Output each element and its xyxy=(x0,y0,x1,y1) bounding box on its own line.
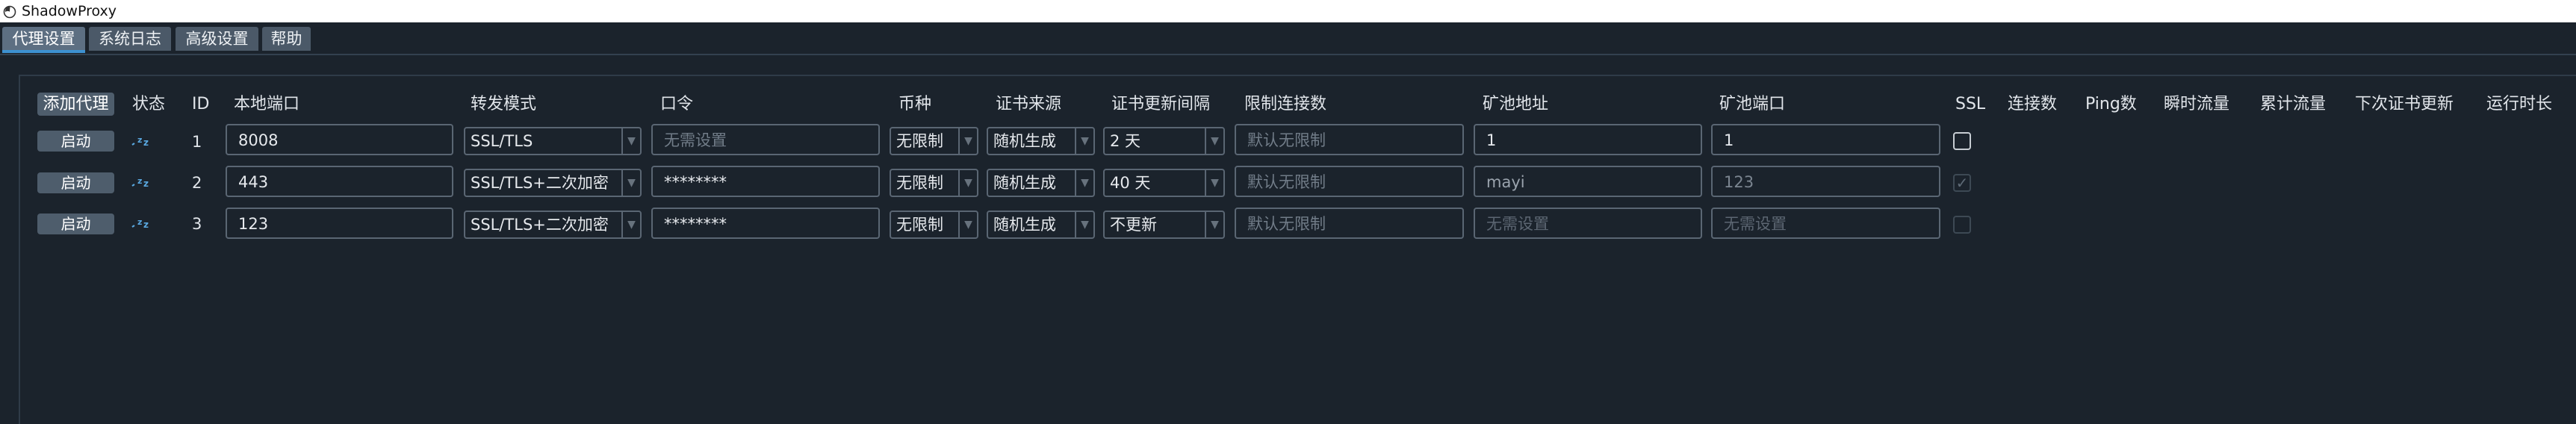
header-forward-mode: 转发模式 xyxy=(471,95,537,113)
cert-source-select[interactable]: 随机生成 ▼ xyxy=(987,211,1095,239)
svg-text:z: z xyxy=(137,176,142,186)
coin-value: 无限制 xyxy=(896,132,943,150)
password-field[interactable]: ******** xyxy=(651,208,880,239)
password-field[interactable]: ******** xyxy=(651,166,880,197)
header-pool-address: 矿池地址 xyxy=(1483,95,1549,113)
local-port-field[interactable]: 123 xyxy=(226,208,453,239)
pool-address-field[interactable]: 无需设置 xyxy=(1474,208,1702,239)
header-id: ID xyxy=(192,95,210,113)
row-id: 3 xyxy=(192,215,202,233)
start-button[interactable]: 启动 xyxy=(37,213,114,234)
header-pool-port: 矿池端口 xyxy=(1719,95,1786,113)
title-bar: ShadowProxy xyxy=(0,0,2576,22)
idle-zz-icon: z z xyxy=(131,133,153,151)
cert-interval-value: 2 天 xyxy=(1110,132,1141,150)
app-logo-icon xyxy=(2,3,19,19)
header-local-port: 本地端口 xyxy=(234,95,300,113)
header-instant-traffic: 瞬时流量 xyxy=(2164,95,2230,113)
tab-divider xyxy=(0,54,2576,55)
header-total-traffic: 累计流量 xyxy=(2260,95,2327,113)
tab-bar: 代理设置 系统日志 高级设置 帮助 xyxy=(0,22,2576,55)
header-coin: 币种 xyxy=(899,95,932,113)
tab-help[interactable]: 帮助 xyxy=(262,27,311,51)
conn-limit-field[interactable]: 默认无限制 xyxy=(1235,208,1464,239)
chevron-down-icon[interactable]: ▼ xyxy=(958,170,977,196)
tab-proxy-settings[interactable]: 代理设置 xyxy=(2,27,85,53)
idle-zz-icon: z z xyxy=(131,215,153,233)
add-proxy-button[interactable]: 添加代理 xyxy=(37,93,114,116)
local-port-field[interactable]: 8008 xyxy=(226,124,453,155)
start-button[interactable]: 启动 xyxy=(37,131,114,152)
local-port-field[interactable]: 443 xyxy=(226,166,453,197)
coin-value: 无限制 xyxy=(896,216,943,234)
tab-advanced-settings[interactable]: 高级设置 xyxy=(176,27,258,51)
header-connections: 连接数 xyxy=(2008,95,2058,113)
header-conn-limit: 限制连接数 xyxy=(1244,95,1327,113)
pool-address-field[interactable]: mayi xyxy=(1474,166,1702,197)
cert-source-value: 随机生成 xyxy=(993,132,1056,150)
window-title: ShadowProxy xyxy=(22,3,117,19)
cert-interval-select[interactable]: 2 天 ▼ xyxy=(1103,127,1225,155)
forward-mode-value: SSL/TLS+二次加密 xyxy=(471,174,609,192)
chevron-down-icon[interactable]: ▼ xyxy=(1075,212,1093,237)
cert-interval-value: 不更新 xyxy=(1110,216,1157,234)
forward-mode-select[interactable]: SSL/TLS+二次加密 ▼ xyxy=(464,211,642,239)
coin-select[interactable]: 无限制 ▼ xyxy=(890,127,978,155)
header-next-cert-update: 下次证书更新 xyxy=(2355,95,2454,113)
cert-source-select[interactable]: 随机生成 ▼ xyxy=(987,127,1095,155)
header-uptime: 运行时长 xyxy=(2486,95,2553,113)
coin-select[interactable]: 无限制 ▼ xyxy=(890,169,978,197)
header-cert-interval: 证书更新间隔 xyxy=(1111,95,1211,113)
conn-limit-field[interactable]: 默认无限制 xyxy=(1235,124,1464,155)
password-field[interactable]: 无需设置 xyxy=(651,124,880,155)
idle-zz-icon: z z xyxy=(131,174,153,192)
forward-mode-value: SSL/TLS xyxy=(471,132,533,150)
row-id: 2 xyxy=(192,174,202,192)
cert-source-value: 随机生成 xyxy=(993,216,1056,234)
conn-limit-field[interactable]: 默认无限制 xyxy=(1235,166,1464,197)
chevron-down-icon[interactable]: ▼ xyxy=(621,128,640,154)
pool-address-field[interactable]: 1 xyxy=(1474,124,1702,155)
chevron-down-icon[interactable]: ▼ xyxy=(1205,212,1223,237)
header-status: 状态 xyxy=(132,95,166,113)
header-ping: Ping数 xyxy=(2085,95,2137,113)
ssl-checkbox[interactable] xyxy=(1953,216,1971,234)
svg-text:z: z xyxy=(137,135,142,145)
pool-port-field[interactable]: 1 xyxy=(1711,124,1940,155)
chevron-down-icon[interactable]: ▼ xyxy=(958,212,977,237)
chevron-down-icon[interactable]: ▼ xyxy=(1205,128,1223,154)
chevron-down-icon[interactable]: ▼ xyxy=(1075,170,1093,196)
cert-source-select[interactable]: 随机生成 ▼ xyxy=(987,169,1095,197)
row-id: 1 xyxy=(192,133,202,151)
svg-text:z: z xyxy=(137,217,142,227)
chevron-down-icon[interactable]: ▼ xyxy=(1205,170,1223,196)
header-password: 口令 xyxy=(660,95,694,113)
tab-system-log[interactable]: 系统日志 xyxy=(89,27,171,51)
cert-interval-value: 40 天 xyxy=(1110,174,1151,192)
forward-mode-value: SSL/TLS+二次加密 xyxy=(471,216,609,234)
svg-text:z: z xyxy=(143,219,149,230)
ssl-checkbox[interactable]: ✓ xyxy=(1953,174,1971,192)
chevron-down-icon[interactable]: ▼ xyxy=(1075,128,1093,154)
checkmark-icon: ✓ xyxy=(1955,174,1969,192)
chevron-down-icon[interactable]: ▼ xyxy=(621,170,640,196)
ssl-checkbox[interactable] xyxy=(1953,132,1971,150)
pool-port-field[interactable]: 123 xyxy=(1711,166,1940,197)
cert-source-value: 随机生成 xyxy=(993,174,1056,192)
coin-select[interactable]: 无限制 ▼ xyxy=(890,211,978,239)
svg-text:z: z xyxy=(143,178,149,189)
forward-mode-select[interactable]: SSL/TLS+二次加密 ▼ xyxy=(464,169,642,197)
pool-port-field[interactable]: 无需设置 xyxy=(1711,208,1940,239)
svg-text:z: z xyxy=(143,137,149,148)
chevron-down-icon[interactable]: ▼ xyxy=(958,128,977,154)
header-ssl: SSL xyxy=(1955,95,1986,113)
chevron-down-icon[interactable]: ▼ xyxy=(621,212,640,237)
header-cert-source: 证书来源 xyxy=(996,95,1062,113)
cert-interval-select[interactable]: 不更新 ▼ xyxy=(1103,211,1225,239)
start-button[interactable]: 启动 xyxy=(37,172,114,193)
coin-value: 无限制 xyxy=(896,174,943,192)
forward-mode-select[interactable]: SSL/TLS ▼ xyxy=(464,127,642,155)
cert-interval-select[interactable]: 40 天 ▼ xyxy=(1103,169,1225,197)
